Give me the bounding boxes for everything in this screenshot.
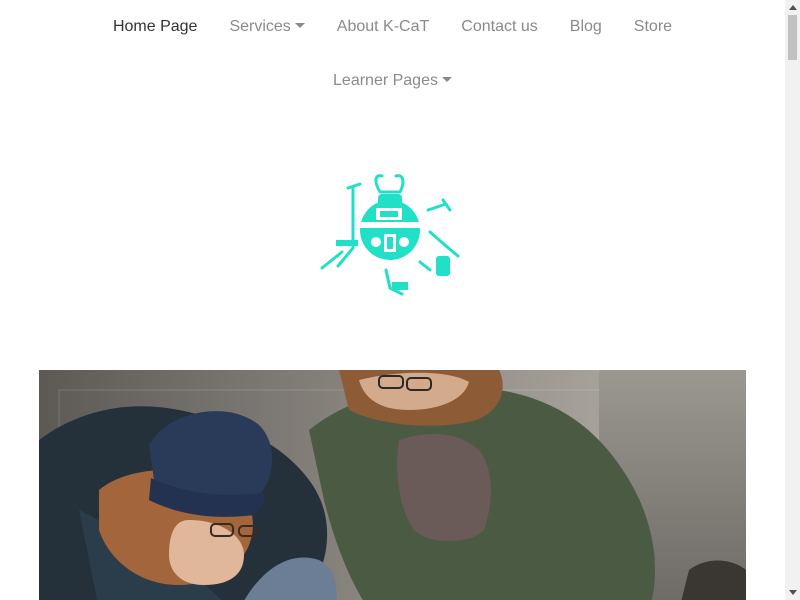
nav-services-dropdown[interactable]: Services [213,17,320,37]
hero-photo-image [39,370,746,600]
chevron-down-icon [441,76,452,82]
nav-about[interactable]: About K-CaT [321,17,445,37]
nav-contact[interactable]: Contact us [445,17,553,37]
nav-learner-pages-dropdown[interactable]: Learner Pages [317,71,468,91]
nav-row-secondary: Learner Pages [0,54,785,108]
chevron-down-icon [294,22,305,28]
hero-photo-two-people-crouching [39,370,746,600]
scroll-down-icon[interactable] [785,585,800,600]
nav-contact-label: Contact us [461,18,538,35]
nav-row-primary: Home Page Services About K-CaT Contact u… [0,0,785,54]
nav-learner-pages-label: Learner Pages [333,72,438,89]
nav-blog-label: Blog [569,18,602,35]
nav-home-page-label: Home Page [112,18,198,35]
nav-about-label: About K-CaT [336,18,430,35]
page: Home Page Services About K-CaT Contact u… [0,0,785,600]
vertical-scrollbar[interactable] [785,0,800,600]
nav-store[interactable]: Store [618,17,688,37]
main-navigation: Home Page Services About K-CaT Contact u… [0,0,785,108]
nav-home-page[interactable]: Home Page [97,17,214,37]
nav-blog[interactable]: Blog [554,17,618,37]
nav-services-label: Services [229,18,291,35]
robot-bug-logo-icon[interactable] [318,170,468,300]
scroll-up-icon[interactable] [785,0,800,15]
nav-store-label: Store [633,18,673,35]
scrollbar-thumb[interactable] [788,15,797,60]
